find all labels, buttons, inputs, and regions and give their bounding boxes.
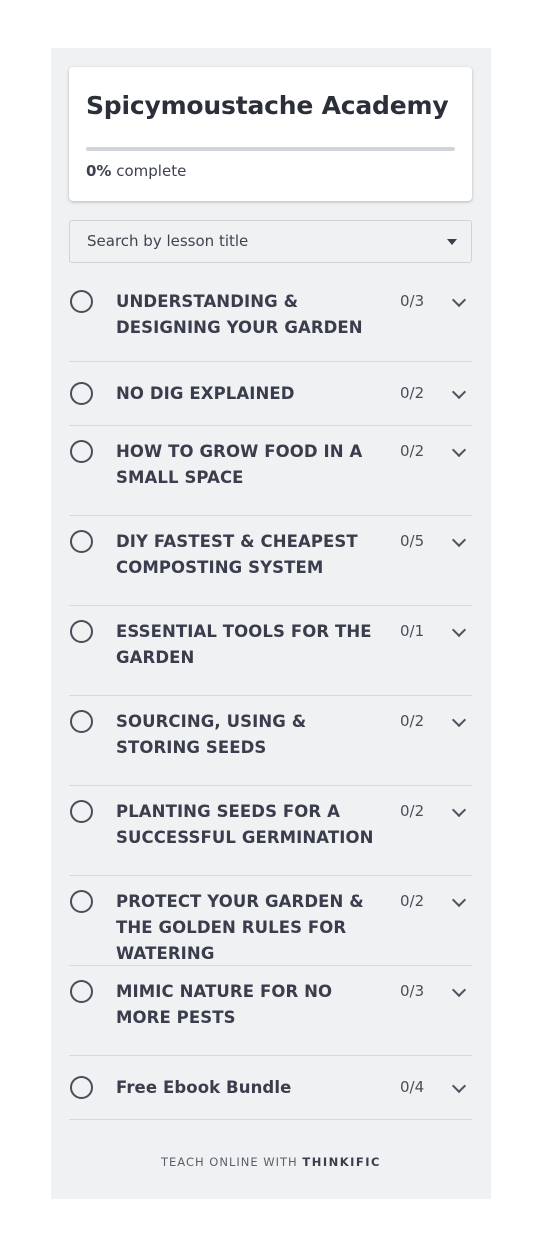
empty-circle-icon	[70, 890, 93, 913]
chapter-item[interactable]: UNDERSTANDING & DESIGNING YOUR GARDEN 0/3	[69, 276, 472, 362]
chapter-item[interactable]: NO DIG EXPLAINED 0/2	[69, 362, 472, 426]
chapter-lesson-count: 0/2	[400, 712, 425, 730]
caret-down-icon	[447, 239, 457, 245]
chapter-lesson-count: 0/3	[400, 982, 425, 1000]
chapter-lesson-count: 0/1	[400, 622, 425, 640]
chapter-list: UNDERSTANDING & DESIGNING YOUR GARDEN 0/3…	[69, 276, 472, 1120]
footer-prefix: TEACH ONLINE WITH	[161, 1155, 298, 1169]
empty-circle-icon	[70, 440, 93, 463]
empty-circle-icon	[70, 710, 93, 733]
chapter-title: HOW TO GROW FOOD IN A SMALL SPACE	[116, 442, 363, 487]
chapter-title: DIY FASTEST & CHEAPEST COMPOSTING SYSTEM	[116, 532, 358, 577]
chapter-item[interactable]: MIMIC NATURE FOR NO MORE PESTS 0/3	[69, 966, 472, 1056]
progress-percent: 0%	[86, 162, 112, 180]
chevron-down-icon[interactable]	[451, 802, 467, 818]
empty-circle-icon	[70, 980, 93, 1003]
empty-circle-icon	[70, 620, 93, 643]
chapter-item[interactable]: PROTECT YOUR GARDEN & THE GOLDEN RULES F…	[69, 876, 472, 966]
chapter-item[interactable]: DIY FASTEST & CHEAPEST COMPOSTING SYSTEM…	[69, 516, 472, 606]
chapter-lesson-count: 0/2	[400, 802, 425, 820]
chevron-down-icon[interactable]	[451, 1078, 467, 1094]
chapter-lesson-count: 0/2	[400, 384, 425, 402]
chapter-item[interactable]: SOURCING, USING & STORING SEEDS 0/2	[69, 696, 472, 786]
chevron-down-icon[interactable]	[451, 712, 467, 728]
chapter-title: Free Ebook Bundle	[116, 1078, 292, 1097]
chapter-lesson-count: 0/5	[400, 532, 425, 550]
course-header-card: Spicymoustache Academy 0% complete	[69, 67, 472, 201]
chapter-title: NO DIG EXPLAINED	[116, 384, 295, 403]
chevron-down-icon[interactable]	[451, 292, 467, 308]
progress-text: 0% complete	[86, 162, 186, 180]
chapter-item[interactable]: PLANTING SEEDS FOR A SUCCESSFUL GERMINAT…	[69, 786, 472, 876]
chapter-item[interactable]: HOW TO GROW FOOD IN A SMALL SPACE 0/2	[69, 426, 472, 516]
chevron-down-icon[interactable]	[451, 384, 467, 400]
empty-circle-icon	[70, 530, 93, 553]
progress-bar	[86, 147, 455, 151]
empty-circle-icon	[70, 1076, 93, 1099]
empty-circle-icon	[70, 290, 93, 313]
chevron-down-icon[interactable]	[451, 892, 467, 908]
chapter-item[interactable]: ESSENTIAL TOOLS FOR THE GARDEN 0/1	[69, 606, 472, 696]
progress-suffix: complete	[116, 162, 187, 180]
chevron-down-icon[interactable]	[451, 442, 467, 458]
chapter-title: PLANTING SEEDS FOR A SUCCESSFUL GERMINAT…	[116, 802, 374, 847]
lesson-search-dropdown[interactable]: Search by lesson title	[69, 220, 472, 263]
chapter-title: ESSENTIAL TOOLS FOR THE GARDEN	[116, 622, 372, 667]
chapter-lesson-count: 0/2	[400, 892, 425, 910]
course-sidebar: Spicymoustache Academy 0% complete Searc…	[51, 48, 491, 1199]
empty-circle-icon	[70, 800, 93, 823]
chevron-down-icon[interactable]	[451, 622, 467, 638]
course-title: Spicymoustache Academy	[86, 91, 449, 120]
powered-by-footer[interactable]: TEACH ONLINE WITH THINKIFIC	[51, 1155, 491, 1169]
chapter-title: PROTECT YOUR GARDEN & THE GOLDEN RULES F…	[116, 892, 364, 963]
chapter-lesson-count: 0/3	[400, 292, 425, 310]
empty-circle-icon	[70, 382, 93, 405]
lesson-search-placeholder: Search by lesson title	[87, 232, 249, 250]
chevron-down-icon[interactable]	[451, 532, 467, 548]
chapter-item[interactable]: Free Ebook Bundle 0/4	[69, 1056, 472, 1120]
chevron-down-icon[interactable]	[451, 982, 467, 998]
chapter-title: SOURCING, USING & STORING SEEDS	[116, 712, 307, 757]
chapter-lesson-count: 0/2	[400, 442, 425, 460]
chapter-title: MIMIC NATURE FOR NO MORE PESTS	[116, 982, 333, 1027]
thinkific-brand: THINKIFIC	[302, 1155, 381, 1169]
chapter-lesson-count: 0/4	[400, 1078, 425, 1096]
chapter-title: UNDERSTANDING & DESIGNING YOUR GARDEN	[116, 292, 363, 337]
